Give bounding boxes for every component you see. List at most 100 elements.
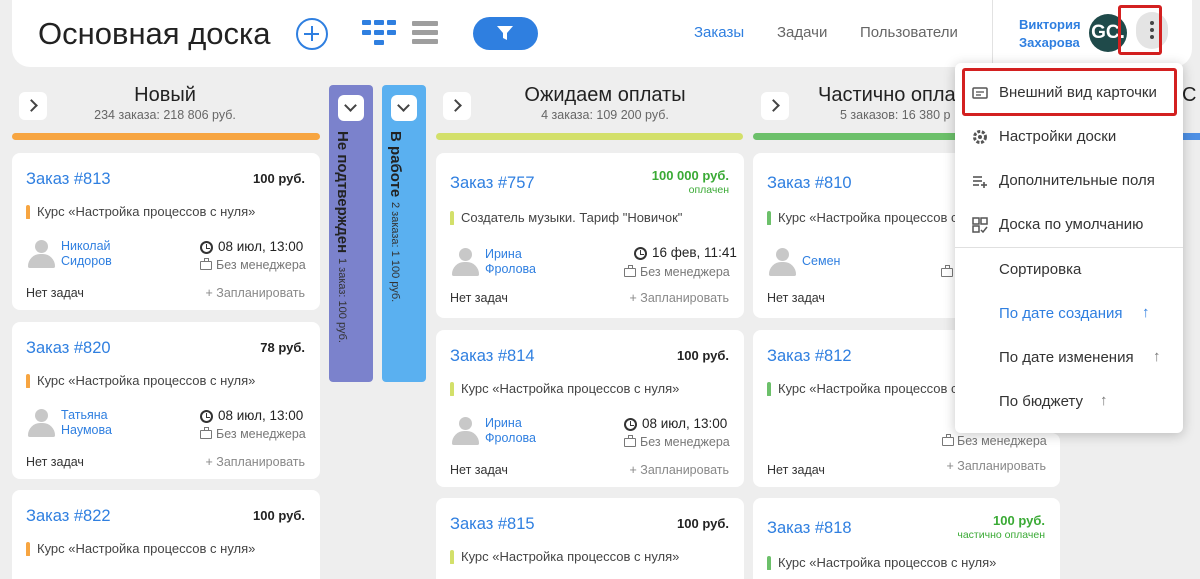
filter-button[interactable] [473, 17, 538, 50]
header-divider [992, 0, 993, 67]
user-first-name: Виктория [1019, 17, 1081, 32]
page-title: Основная доска [38, 16, 271, 51]
order-product: Курс «Настройка процессов с нуля» [26, 541, 308, 556]
column-title-unconfirmed: Не подтвержден [334, 131, 351, 254]
order-client[interactable]: Ирина Фролова [485, 416, 575, 446]
order-card-822[interactable]: Заказ #822 100 руб. Курс «Настройка проц… [12, 490, 320, 579]
add-board-button[interactable] [296, 18, 328, 50]
order-price: 100 руб. [677, 516, 729, 531]
column-summary-in-work: 2 заказа: 1 100 руб. [389, 201, 401, 302]
order-product: Создатель музыки. Тариф "Новичок" [450, 210, 732, 225]
order-manager[interactable]: Без менеджера [640, 435, 730, 449]
nav-users[interactable]: Пользователи [860, 24, 958, 41]
person-icon [450, 247, 480, 277]
column-title-next: С [1182, 84, 1197, 106]
column-bar-new [12, 133, 320, 140]
order-title[interactable]: Заказ #757 [450, 174, 535, 193]
order-client[interactable]: Николай Сидоров [61, 239, 151, 269]
board-icon [972, 217, 988, 233]
menu-sort-header: Сортировка [999, 261, 1082, 278]
menu-board-settings[interactable]: Настройки доски [955, 119, 1183, 155]
order-title[interactable]: Заказ #814 [450, 347, 535, 366]
order-manager[interactable]: Без менеджера [640, 265, 730, 279]
nav-orders[interactable]: Заказы [694, 24, 744, 41]
order-date: 16 фев, 11:41 [652, 245, 737, 260]
user-name[interactable]: Виктория Захарова [1019, 16, 1099, 52]
menu-default-board[interactable]: Доска по умолчанию [955, 207, 1183, 243]
expand-column-partial-button[interactable] [761, 92, 789, 120]
collapsed-column-in-work[interactable]: В работе 2 заказа: 1 100 руб. [382, 85, 426, 382]
kanban-view-icon[interactable] [362, 20, 396, 46]
person-icon [767, 247, 797, 277]
column-bar-awaiting [436, 133, 743, 140]
schedule-task-link[interactable]: + Запланировать [947, 459, 1047, 473]
order-title[interactable]: Заказ #822 [26, 507, 111, 526]
column-summary-partial: 5 заказов: 16 380 р [840, 108, 951, 122]
menu-sort-by-created[interactable]: По дате создания ↑ [955, 296, 1183, 332]
schedule-task-link[interactable]: + Запланировать [630, 463, 730, 477]
order-card-815[interactable]: Заказ #815 100 руб. Курс «Настройка проц… [436, 498, 744, 579]
order-card-813[interactable]: Заказ #813 100 руб. Курс «Настройка проц… [12, 153, 320, 310]
payment-status: оплачен [688, 184, 729, 196]
order-manager[interactable]: Без менеджера [216, 258, 306, 272]
person-icon [26, 239, 56, 269]
order-title[interactable]: Заказ #812 [767, 347, 852, 366]
order-price: 100 000 руб. [651, 168, 729, 183]
order-tasks: Нет задач [26, 286, 84, 300]
order-title[interactable]: Заказ #813 [26, 170, 111, 189]
order-product: Курс «Настройка процессов с нуля» [26, 373, 308, 388]
order-card-818[interactable]: Заказ #818 100 руб. частично оплачен Кур… [753, 498, 1060, 579]
order-tasks: Нет задач [26, 455, 84, 469]
order-tasks: Нет задач [450, 463, 508, 477]
sort-arrow-up-icon: ↑ [1153, 348, 1161, 365]
menu-sort-by-budget[interactable]: По бюджету ↑ [955, 384, 1183, 420]
order-price: 100 руб. [253, 508, 305, 523]
order-client[interactable]: Семен [802, 254, 892, 269]
expand-column-new-button[interactable] [19, 92, 47, 120]
briefcase-icon [941, 265, 953, 277]
schedule-task-link[interactable]: + Запланировать [206, 455, 306, 469]
schedule-task-link[interactable]: + Запланировать [630, 291, 730, 305]
sort-arrow-up-icon: ↑ [1100, 392, 1108, 409]
collapsed-column-unconfirmed[interactable]: Не подтвержден 1 заказ: 100 руб. [329, 85, 373, 382]
menu-extra-fields[interactable]: Дополнительные поля [955, 163, 1183, 199]
order-product: Курс «Настройка процессов с нуля» [450, 381, 732, 396]
order-card-820[interactable]: Заказ #820 78 руб. Курс «Настройка проце… [12, 322, 320, 479]
order-card-814[interactable]: Заказ #814 100 руб. Курс «Настройка проц… [436, 330, 744, 487]
clock-icon [634, 247, 647, 260]
order-price: 100 руб. [253, 171, 305, 186]
order-product: Курс «Настройка процессов с нуля» [767, 555, 1049, 570]
nav-tasks[interactable]: Задачи [777, 24, 827, 41]
order-manager[interactable]: Без менеджера [216, 427, 306, 441]
order-card-810[interactable]: Заказ #810 Курс «Настройка процессов с н… [753, 153, 963, 318]
column-summary-new: 234 заказа: 218 806 руб. [94, 108, 236, 122]
menu-divider [955, 247, 1183, 248]
expand-column-awaiting-button[interactable] [443, 92, 471, 120]
briefcase-icon [624, 265, 636, 277]
order-product: Курс «Настройка процессов с нуля» [26, 204, 308, 219]
order-client[interactable]: Ирина Фролова [485, 247, 575, 277]
order-price: 78 руб. [260, 340, 305, 355]
order-product: Курс «Настройка процессов с нуля» [767, 381, 963, 396]
order-card-757[interactable]: Заказ #757 100 000 руб. оплачен Создател… [436, 153, 744, 318]
filter-icon [497, 26, 513, 40]
order-price: 100 руб. [677, 348, 729, 363]
order-title[interactable]: Заказ #815 [450, 515, 535, 534]
order-date: 08 июл, 13:00 [218, 239, 304, 254]
order-manager[interactable]: Без менеджера [957, 434, 1047, 448]
order-client[interactable]: Татьяна Наумова [61, 408, 151, 438]
order-tasks: Нет задач [450, 291, 508, 305]
menu-sort-by-modified[interactable]: По дате изменения ↑ [955, 340, 1183, 376]
more-button-highlight [1118, 5, 1162, 55]
order-title[interactable]: Заказ #810 [767, 174, 852, 193]
expand-in-work-button[interactable] [391, 95, 417, 121]
order-card-812-right[interactable]: Без менеджера + Запланировать [942, 433, 1060, 487]
order-title[interactable]: Заказ #818 [767, 519, 852, 538]
expand-unconfirmed-button[interactable] [338, 95, 364, 121]
schedule-task-link[interactable]: + Запланировать [206, 286, 306, 300]
order-card-812[interactable]: Заказ #812 Курс «Настройка процессов с н… [753, 330, 963, 487]
clock-icon [624, 418, 637, 431]
order-title[interactable]: Заказ #820 [26, 339, 111, 358]
list-view-icon[interactable] [412, 21, 438, 45]
gear-icon [973, 130, 987, 144]
